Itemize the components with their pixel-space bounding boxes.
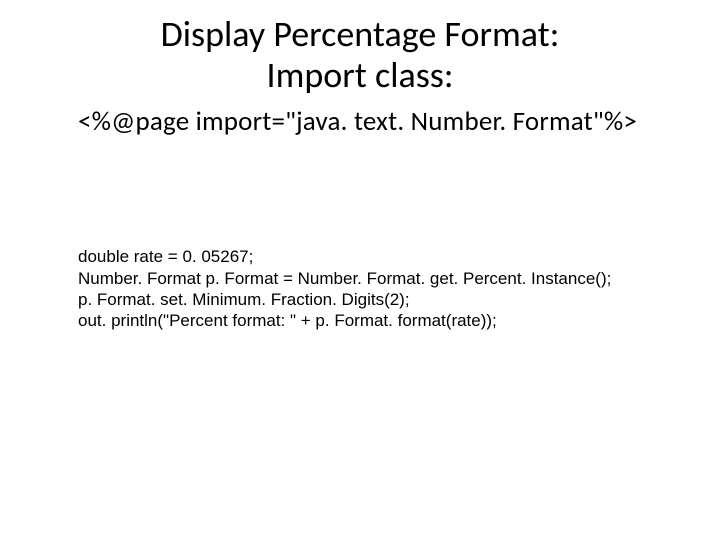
- code-line: out. println("Percent format: " + p. For…: [78, 311, 497, 330]
- code-block: double rate = 0. 05267; Number. Format p…: [78, 225, 611, 353]
- title-line-2: Import class:: [0, 55, 720, 96]
- code-line: double rate = 0. 05267;: [78, 247, 253, 266]
- slide-title: Display Percentage Format: Import class:: [0, 14, 720, 97]
- title-line-1: Display Percentage Format:: [0, 14, 720, 55]
- import-directive: <%@page import="java. text. Number. Form…: [78, 105, 637, 138]
- slide: Display Percentage Format: Import class:…: [0, 0, 720, 540]
- code-line: p. Format. set. Minimum. Fraction. Digit…: [78, 290, 410, 309]
- code-line: Number. Format p. Format = Number. Forma…: [78, 269, 611, 288]
